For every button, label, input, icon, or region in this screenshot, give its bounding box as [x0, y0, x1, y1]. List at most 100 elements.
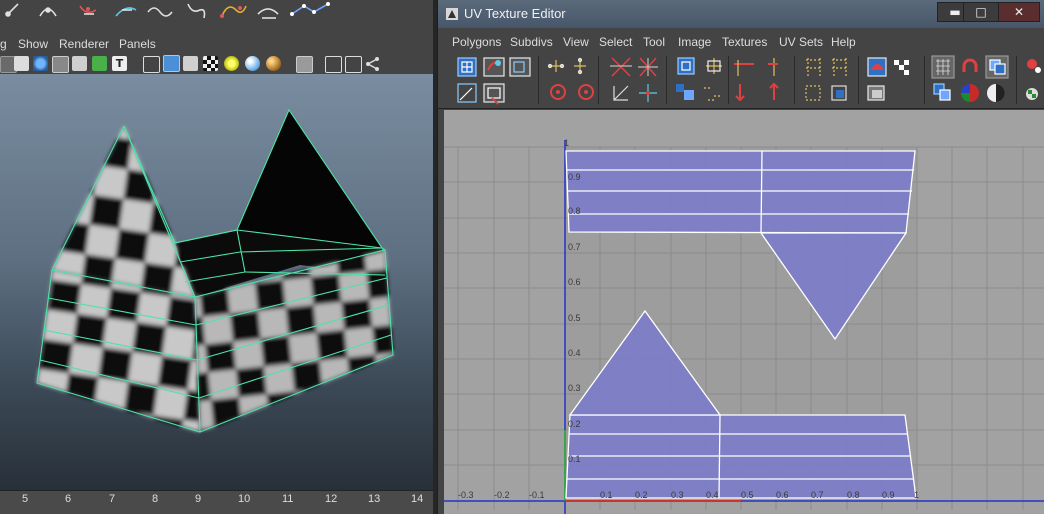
shaded-icon[interactable] [33, 56, 48, 71]
lighting-icon[interactable] [92, 56, 107, 71]
window-titlebar[interactable]: UV Texture Editor ▬ □ ✕ [438, 0, 1044, 28]
checker-display-icon[interactable] [894, 60, 909, 75]
curve-tool-icon-2[interactable] [39, 7, 57, 17]
menu-subdivs[interactable]: Subdivs [510, 32, 553, 52]
u-axis-label: 0.6 [776, 490, 789, 500]
rgb-channel-icon[interactable] [961, 84, 979, 102]
move-up-icon[interactable] [768, 58, 778, 76]
menu-view[interactable]: View [563, 32, 589, 52]
grid-uv-icon[interactable] [806, 58, 822, 76]
uv-canvas[interactable]: 1 0.9 0.8 0.7 0.6 0.5 0.4 0.3 0.2 0.1 -0… [444, 110, 1044, 514]
menu-panels[interactable]: Panels [119, 34, 156, 54]
cylindrical-map-icon[interactable] [704, 87, 720, 101]
planar-map-icon[interactable] [676, 84, 694, 100]
ruler-label: 12 [325, 493, 338, 505]
v-axis-label: 0.7 [568, 242, 581, 252]
menu-tool[interactable]: Tool [643, 32, 665, 52]
menu-image[interactable]: Image [678, 32, 711, 52]
sphere-icon[interactable] [245, 56, 260, 71]
curve-tool-icon-6[interactable] [187, 3, 206, 19]
film-gate-icon[interactable] [14, 56, 29, 71]
menu-show[interactable]: Show [18, 34, 48, 54]
uv-graph[interactable]: 1 0.9 0.8 0.7 0.6 0.5 0.4 0.3 0.2 0.1 -0… [444, 110, 1044, 514]
image-range-icon[interactable] [867, 85, 885, 101]
menu-renderer[interactable]: Renderer [59, 34, 109, 54]
perspective-viewport[interactable] [0, 74, 433, 490]
move-up-arrow-icon[interactable] [769, 82, 779, 100]
extra-tool-icon[interactable] [1027, 59, 1041, 73]
curve-tool-icon-9[interactable] [290, 2, 330, 16]
toolbar-separator [924, 56, 925, 104]
cut-uv-icon[interactable] [610, 57, 632, 77]
uv-shell-top-wall[interactable] [565, 150, 916, 234]
texture-image-icon[interactable] [867, 57, 887, 77]
magnet-snap-icon[interactable] [962, 58, 978, 72]
flip-u-icon[interactable] [547, 60, 565, 72]
time-ruler[interactable]: 5 6 7 8 9 10 11 12 13 14 [0, 490, 433, 514]
curve-tool-icon-1[interactable] [5, 3, 19, 17]
move-left-icon[interactable] [734, 60, 754, 76]
menu-help[interactable]: Help [831, 32, 856, 52]
isolate-icon[interactable] [325, 56, 342, 73]
curve-tool-icon-8[interactable] [257, 8, 279, 19]
textured-icon[interactable] [72, 56, 87, 71]
rotate-cw-icon[interactable] [578, 84, 594, 100]
menu-uv-sets[interactable]: UV Sets [779, 32, 823, 52]
rotate-ccw-icon[interactable] [550, 84, 566, 100]
viewport-menubar: g Show Renderer Panels [0, 34, 437, 54]
alpha-channel-icon[interactable] [987, 84, 1005, 102]
align-uv-icon[interactable] [706, 58, 722, 74]
v-axis-label: 0.1 [568, 454, 581, 464]
v-axis-label: 0.5 [568, 313, 581, 323]
toolbar-separator [1016, 56, 1017, 104]
unfold-uv-icon[interactable] [483, 83, 505, 105]
cube-shaded-icon[interactable] [163, 55, 180, 72]
curve-tool-icon-7[interactable] [220, 5, 247, 18]
toolbar-separator [538, 56, 539, 104]
cube-wire-icon[interactable] [143, 56, 160, 73]
u-axis-label: 0.1 [600, 490, 613, 500]
v-axis-label: 0.3 [568, 383, 581, 393]
move-uv-shell-icon[interactable] [639, 84, 657, 102]
curve-tool-icon-4[interactable] [115, 7, 137, 17]
viewport-toolbar: T [0, 54, 437, 74]
uv-shell-color-icon[interactable] [933, 83, 951, 101]
maximize-button[interactable]: □ [963, 2, 999, 22]
select-shell-icon[interactable] [831, 85, 847, 101]
select-border-icon[interactable] [805, 85, 821, 101]
relax-uv-icon[interactable] [457, 83, 477, 103]
layout-uv-icon[interactable] [677, 57, 695, 75]
select-camera-icon[interactable] [296, 56, 313, 73]
frame-icon[interactable] [345, 56, 362, 73]
shaded-uv-icon[interactable] [985, 55, 1009, 79]
curve-tool-icon-3[interactable] [79, 5, 97, 15]
u-axis-label: -0.1 [529, 490, 545, 500]
flip-v-icon[interactable] [574, 57, 586, 75]
uv-smudge-icon[interactable] [509, 57, 531, 77]
menu-textures[interactable]: Textures [722, 32, 767, 52]
u-axis-label: -0.2 [494, 490, 510, 500]
uv-move-icon[interactable] [483, 57, 505, 77]
menu-polygons[interactable]: Polygons [452, 32, 501, 52]
material-sphere-icon[interactable] [266, 56, 281, 71]
curve-tool-icon-5[interactable] [147, 7, 173, 17]
uv-lattice-icon[interactable] [457, 57, 477, 77]
v-axis-label: 1 [564, 138, 569, 148]
toolbar-separator [794, 56, 795, 104]
checker-icon[interactable] [203, 56, 218, 71]
display-checker-icon[interactable] [1026, 88, 1038, 100]
grid-display-icon[interactable] [931, 55, 955, 79]
menu-shading[interactable]: g [0, 34, 7, 54]
ruler-label: 6 [65, 493, 72, 505]
xray-icon[interactable]: T [112, 56, 127, 71]
cube-smooth-icon[interactable] [183, 56, 198, 71]
snap-uv-icon[interactable] [832, 58, 848, 76]
sew-uv-icon[interactable] [638, 57, 658, 77]
normalize-uv-icon[interactable] [613, 85, 629, 101]
move-down-icon[interactable] [735, 84, 745, 102]
menu-select[interactable]: Select [599, 32, 632, 52]
close-button[interactable]: ✕ [998, 2, 1040, 22]
wireframe-on-shaded-icon[interactable] [52, 56, 69, 73]
light-icon[interactable] [224, 56, 239, 71]
share-icon[interactable] [365, 56, 380, 71]
